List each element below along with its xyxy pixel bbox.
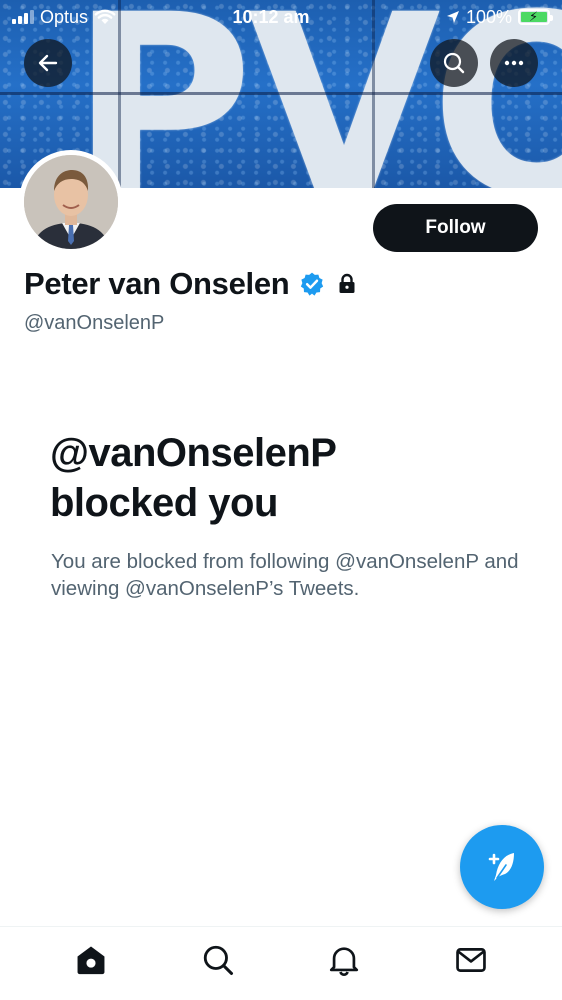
avatar-photo (24, 155, 118, 249)
lock-icon (339, 273, 355, 293)
status-bar: Optus 10:12 am 100% ⚡ (0, 0, 562, 34)
home-icon (77, 946, 105, 974)
mail-icon (455, 947, 486, 972)
status-left: Optus (12, 7, 212, 28)
tab-notifications[interactable] (320, 936, 368, 984)
cellular-signal-icon (12, 10, 34, 24)
blocked-title-text: blocked you (50, 481, 278, 525)
user-handle: @vanOnselenP (24, 312, 165, 334)
search-button[interactable] (430, 39, 478, 87)
back-button[interactable] (24, 39, 72, 87)
battery-icon: ⚡ (518, 9, 553, 25)
profile-name-row: Peter van Onselen (24, 266, 359, 302)
status-right: 100% ⚡ (350, 6, 553, 28)
search-icon (443, 52, 465, 74)
banner-grid-line (0, 92, 562, 95)
carrier-name: Optus (40, 6, 89, 27)
charging-bolt-icon: ⚡ (529, 9, 539, 24)
tab-messages[interactable] (447, 936, 495, 984)
arrow-left-icon (38, 54, 58, 72)
display-name: Peter van Onselen (24, 266, 290, 301)
blocked-description: You are blocked from following @vanOnsel… (51, 550, 519, 600)
search-icon (203, 945, 233, 975)
avatar[interactable] (19, 150, 123, 254)
compose-tweet-button[interactable] (460, 825, 544, 909)
blocked-title: @vanOnselenP blocked you (50, 428, 530, 528)
bell-icon (330, 946, 359, 976)
tab-search[interactable] (194, 936, 242, 984)
follow-button[interactable]: Follow (373, 204, 538, 252)
location-arrow-icon (446, 11, 459, 23)
wifi-icon (94, 9, 116, 24)
blocked-title-handle: @vanOnselenP (50, 431, 337, 475)
verified-badge-icon[interactable] (299, 271, 325, 297)
status-time: 10:12 am (232, 6, 310, 27)
person-portrait-icon (24, 155, 118, 249)
bottom-tab-bar (0, 926, 562, 1000)
more-horizontal-icon (504, 60, 524, 66)
compose-tweet-icon (488, 853, 514, 881)
battery-percent: 100% (465, 6, 512, 27)
tab-home[interactable] (67, 936, 115, 984)
more-options-button[interactable] (490, 39, 538, 87)
